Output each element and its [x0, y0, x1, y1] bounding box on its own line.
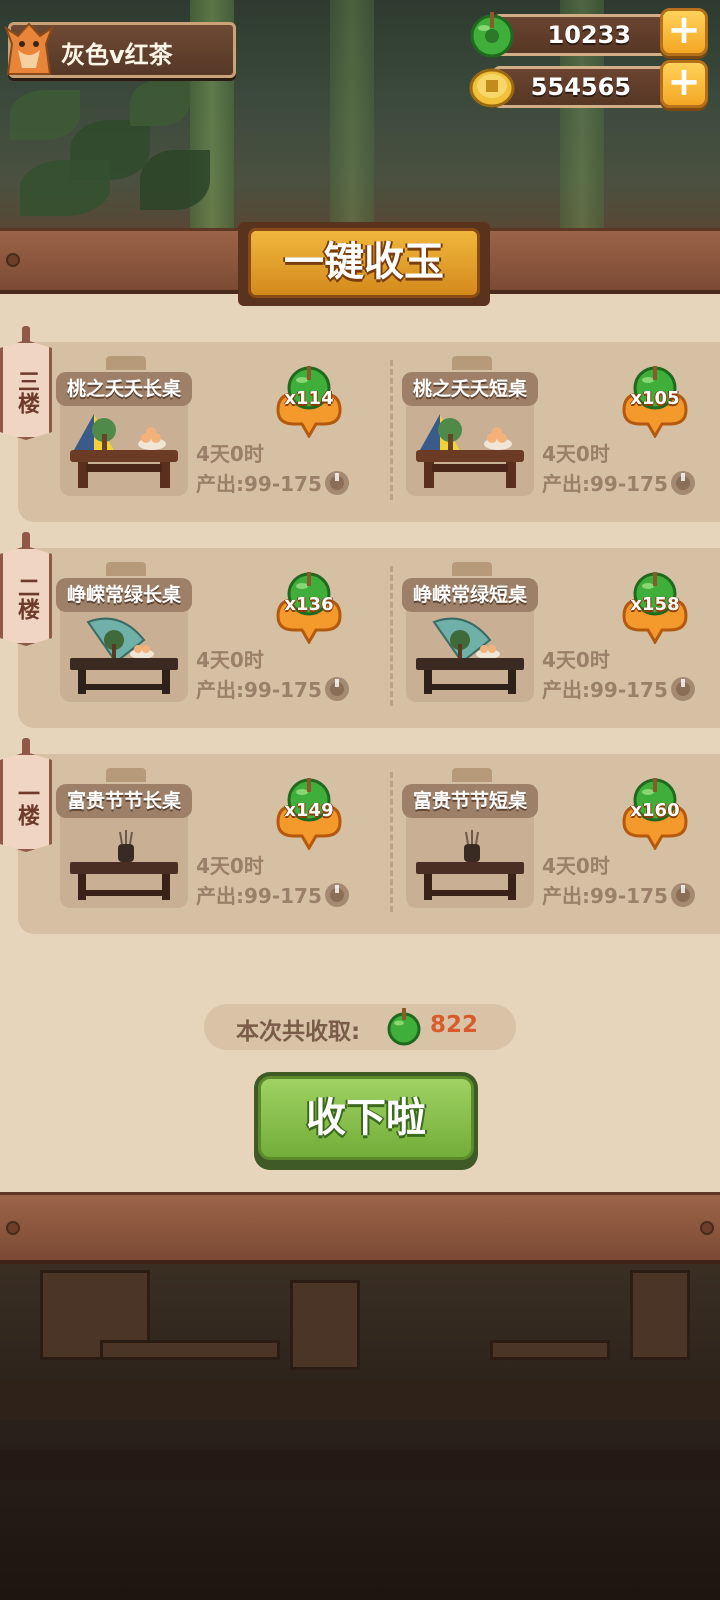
window-decoration [630, 1270, 690, 1360]
output-coin-icon [325, 677, 349, 701]
item-output: 产出:99-175 [196, 884, 322, 908]
jade-yield-count: x149 [284, 800, 334, 821]
bamboo-decoration [330, 0, 374, 240]
panel-title-banner: 一键收玉 [238, 222, 490, 306]
leaf-decoration [10, 90, 80, 140]
card-hook [452, 768, 492, 782]
leaf-decoration [130, 80, 190, 126]
item-name: 桃之夭夭短桌 [402, 372, 538, 406]
floor-row-1: 富贵节节长桌 x149 4天0时 产出:99-175 富贵节节短桌 x160 4… [18, 754, 720, 934]
table-item[interactable]: 峥嵘常绿长桌 x136 4天0时 产出:99-175 [18, 548, 349, 718]
table-decoration [100, 1340, 280, 1360]
total-value: 822 [430, 1012, 479, 1038]
item-output: 产出:99-175 [196, 472, 322, 496]
leaf-decoration [140, 150, 210, 210]
evergreen-short-table-icon [416, 617, 524, 694]
jade-yield-count: x105 [630, 388, 680, 409]
table-item[interactable]: 桃之夭夭短桌 x105 4天0时 产出:99-175 [364, 342, 695, 512]
item-output: 产出:99-175 [542, 678, 668, 702]
total-collected-pill: 本次共收取: 822 [204, 1004, 516, 1050]
floor-tag-2: 二楼 [0, 532, 52, 648]
floor-tag-3: 三楼 [0, 326, 52, 442]
nail-decoration [6, 1221, 20, 1235]
coin-amount: 554565 [530, 73, 631, 101]
player-name: 灰色v红茶 [61, 41, 173, 69]
jade-yield-count: x136 [284, 594, 334, 615]
output-coin-icon [325, 883, 349, 907]
peach-long-table-icon [70, 414, 178, 488]
floor-label: 二楼 [14, 576, 39, 620]
jade-icon [470, 12, 514, 58]
item-output: 产出:99-175 [542, 884, 668, 908]
panel-bottom-beam [0, 1192, 720, 1264]
prosperity-short-table-icon [416, 830, 524, 900]
collect-button-label: 收下啦 [258, 1076, 474, 1160]
item-name: 峥嵘常绿短桌 [402, 578, 538, 612]
jade-yield-count: x160 [630, 800, 680, 821]
floor-label: 三楼 [14, 370, 39, 414]
evergreen-long-table-icon [70, 617, 178, 694]
add-jade-button[interactable]: + [660, 8, 708, 56]
table-item[interactable]: 峥嵘常绿短桌 x158 4天0时 产出:99-175 [364, 548, 695, 718]
item-duration: 4天0时 [196, 648, 264, 672]
card-hook [452, 356, 492, 370]
output-coin-icon [671, 677, 695, 701]
jade-yield-count: x114 [284, 388, 334, 409]
background-scene-bottom [0, 1250, 720, 1600]
floor-row-2: 峥嵘常绿长桌 x136 4天0时 产出:99-175 峥嵘常绿短桌 x158 4… [18, 548, 720, 728]
prosperity-long-table-icon [70, 830, 178, 900]
card-hook [106, 562, 146, 576]
coin-icon [469, 68, 515, 108]
fox-avatar-icon[interactable] [2, 14, 56, 76]
item-name: 富贵节节长桌 [56, 784, 192, 818]
jade-yield-count: x158 [630, 594, 680, 615]
item-name: 峥嵘常绿长桌 [56, 578, 192, 612]
floor-label: 一楼 [14, 782, 39, 826]
floor-band [0, 1380, 720, 1420]
item-name: 桃之夭夭长桌 [56, 372, 192, 406]
floor-tag-1: 一楼 [0, 738, 52, 854]
leaf-decoration [20, 160, 110, 216]
item-output: 产出:99-175 [196, 678, 322, 702]
table-decoration [490, 1340, 610, 1360]
floor-band [0, 1450, 720, 1480]
table-item[interactable]: 富贵节节长桌 x149 4天0时 产出:99-175 [18, 754, 349, 924]
output-coin-icon [671, 883, 695, 907]
item-duration: 4天0时 [542, 854, 610, 878]
panel-title: 一键收玉 [248, 228, 480, 298]
output-coin-icon [325, 471, 349, 495]
total-label: 本次共收取: [236, 1019, 361, 1045]
item-name: 富贵节节短桌 [402, 784, 538, 818]
jade-amount: 10233 [547, 21, 632, 49]
card-hook [106, 768, 146, 782]
item-output: 产出:99-175 [542, 472, 668, 496]
card-hook [106, 356, 146, 370]
item-duration: 4天0时 [196, 442, 264, 466]
card-hook [452, 562, 492, 576]
output-coin-icon [671, 471, 695, 495]
peach-short-table-icon [416, 414, 524, 488]
table-item[interactable]: 富贵节节短桌 x160 4天0时 产出:99-175 [364, 754, 695, 924]
item-duration: 4天0时 [542, 648, 610, 672]
cabinet-decoration [290, 1280, 360, 1370]
nail-decoration [6, 253, 20, 267]
add-coins-button[interactable]: + [660, 60, 708, 108]
nail-decoration [700, 1221, 714, 1235]
table-item[interactable]: 桃之夭夭长桌 x114 4天0时 产出:99-175 [18, 342, 349, 512]
floor-row-3: 桃之夭夭长桌 x114 4天0时 产出:99-175 桃之夭夭短桌 x105 4… [18, 342, 720, 522]
item-duration: 4天0时 [196, 854, 264, 878]
collect-button[interactable]: 收下啦 [254, 1072, 478, 1170]
jade-icon [387, 1008, 421, 1046]
item-duration: 4天0时 [542, 442, 610, 466]
